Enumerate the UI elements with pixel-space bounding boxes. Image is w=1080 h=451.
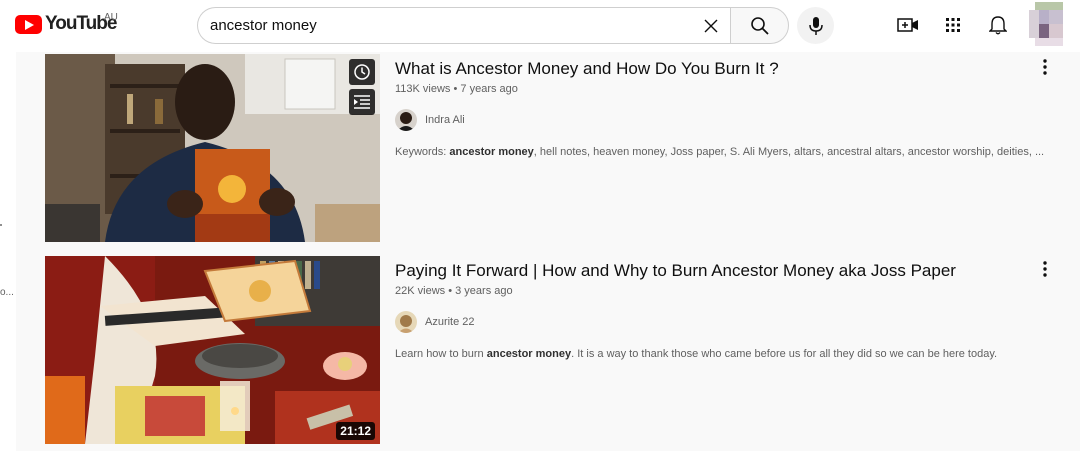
video-metadata: 22K views • 3 years ago [395, 283, 1055, 299]
video-result[interactable]: 21:12 Paying It Forward | How and Why to… [45, 256, 1065, 444]
channel-row[interactable]: Indra Ali [395, 108, 1055, 132]
meta-separator: • [453, 83, 458, 95]
desc-keyword: ancestor money [486, 348, 572, 360]
search-query[interactable]: ancestor money [210, 17, 317, 34]
create-video-icon[interactable] [896, 13, 920, 37]
sidebar-truncated-text[interactable]: o... [0, 287, 14, 298]
video-description: Learn how to burn ancestor money. It is … [395, 348, 1055, 360]
channel-avatar[interactable] [395, 109, 417, 131]
video-info: Paying It Forward | How and Why to Burn … [395, 260, 1055, 360]
masthead: YouTube AU ancestor money [0, 0, 1080, 52]
search-icon [750, 16, 769, 35]
video-duration: 21:12 [336, 422, 375, 440]
sidebar-marker [0, 224, 2, 226]
search-input[interactable]: ancestor money [197, 7, 730, 44]
video-thumbnail[interactable]: 21:12 [45, 256, 380, 444]
desc-prefix: Keywords: [395, 146, 450, 158]
more-actions-icon[interactable] [1035, 57, 1055, 77]
video-result[interactable]: What is Ancestor Money and How Do You Bu… [45, 54, 1065, 242]
video-description: Keywords: ancestor money, hell notes, he… [395, 146, 1055, 158]
video-metadata: 113K views • 7 years ago [395, 81, 1055, 97]
channel-name[interactable]: Indra Ali [425, 114, 465, 126]
mic-icon [808, 16, 823, 35]
video-info: What is Ancestor Money and How Do You Bu… [395, 58, 1055, 158]
channel-name[interactable]: Azurite 22 [425, 316, 475, 328]
view-count: 113K views [395, 83, 451, 95]
desc-rest: , hell notes, heaven money, Joss paper, … [533, 146, 1045, 158]
video-title[interactable]: What is Ancestor Money and How Do You Bu… [395, 58, 1055, 80]
watch-later-icon[interactable] [349, 59, 375, 85]
desc-keyword: ancestor money [449, 146, 534, 158]
search-results: What is Ancestor Money and How Do You Bu… [16, 52, 1080, 451]
video-thumbnail[interactable] [45, 54, 380, 242]
youtube-play-icon [15, 14, 42, 34]
clear-icon[interactable] [698, 13, 724, 39]
search-button[interactable] [730, 7, 789, 44]
channel-avatar[interactable] [395, 311, 417, 333]
notifications-bell-icon[interactable] [986, 13, 1010, 37]
account-avatar[interactable] [1029, 2, 1069, 46]
video-title[interactable]: Paying It Forward | How and Why to Burn … [395, 260, 1055, 282]
upload-age: 7 years ago [460, 83, 518, 95]
youtube-logo[interactable]: YouTube [15, 13, 117, 35]
add-to-queue-icon[interactable] [349, 89, 375, 115]
apps-grid-icon[interactable] [941, 13, 965, 37]
more-actions-icon[interactable] [1035, 259, 1055, 279]
upload-age: 3 years ago [455, 285, 513, 297]
voice-search-button[interactable] [797, 7, 834, 44]
sidebar: o... [0, 52, 16, 451]
channel-row[interactable]: Azurite 22 [395, 310, 1055, 334]
view-count: 22K views [395, 285, 446, 297]
country-code: AU [104, 12, 118, 23]
meta-separator: • [448, 285, 453, 297]
desc-prefix: Learn how to burn [395, 348, 487, 360]
desc-rest: . It is a way to thank those who came be… [571, 348, 998, 360]
